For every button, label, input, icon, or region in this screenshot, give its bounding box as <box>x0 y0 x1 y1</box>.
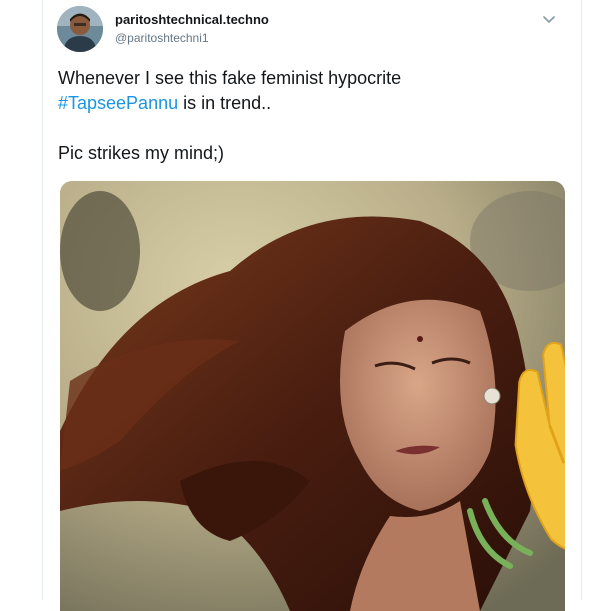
tweet-text-fragment: is in trend.. <box>178 93 272 113</box>
avatar[interactable] <box>57 6 103 52</box>
tweet-text-line: Pic strikes my mind;) <box>58 143 225 163</box>
hashtag-link[interactable]: #TapseePannu <box>58 93 178 113</box>
tweet-text-line: Whenever I see this fake feminist hypocr… <box>58 68 402 88</box>
tweet-media-photo[interactable] <box>60 181 565 611</box>
tweet-header: paritoshtechnical.techno @paritoshtechni… <box>57 6 567 54</box>
chevron-down-icon[interactable] <box>539 10 559 30</box>
display-name[interactable]: paritoshtechnical.techno <box>115 12 269 28</box>
user-handle[interactable]: @paritoshtechni1 <box>115 30 269 46</box>
tweet-card[interactable]: paritoshtechnical.techno @paritoshtechni… <box>42 0 582 611</box>
tweet-text-line: #TapseePannu is in trend.. <box>58 91 563 116</box>
tweet-text: Whenever I see this fake feminist hypocr… <box>58 66 563 166</box>
user-names: paritoshtechnical.techno @paritoshtechni… <box>115 12 269 46</box>
